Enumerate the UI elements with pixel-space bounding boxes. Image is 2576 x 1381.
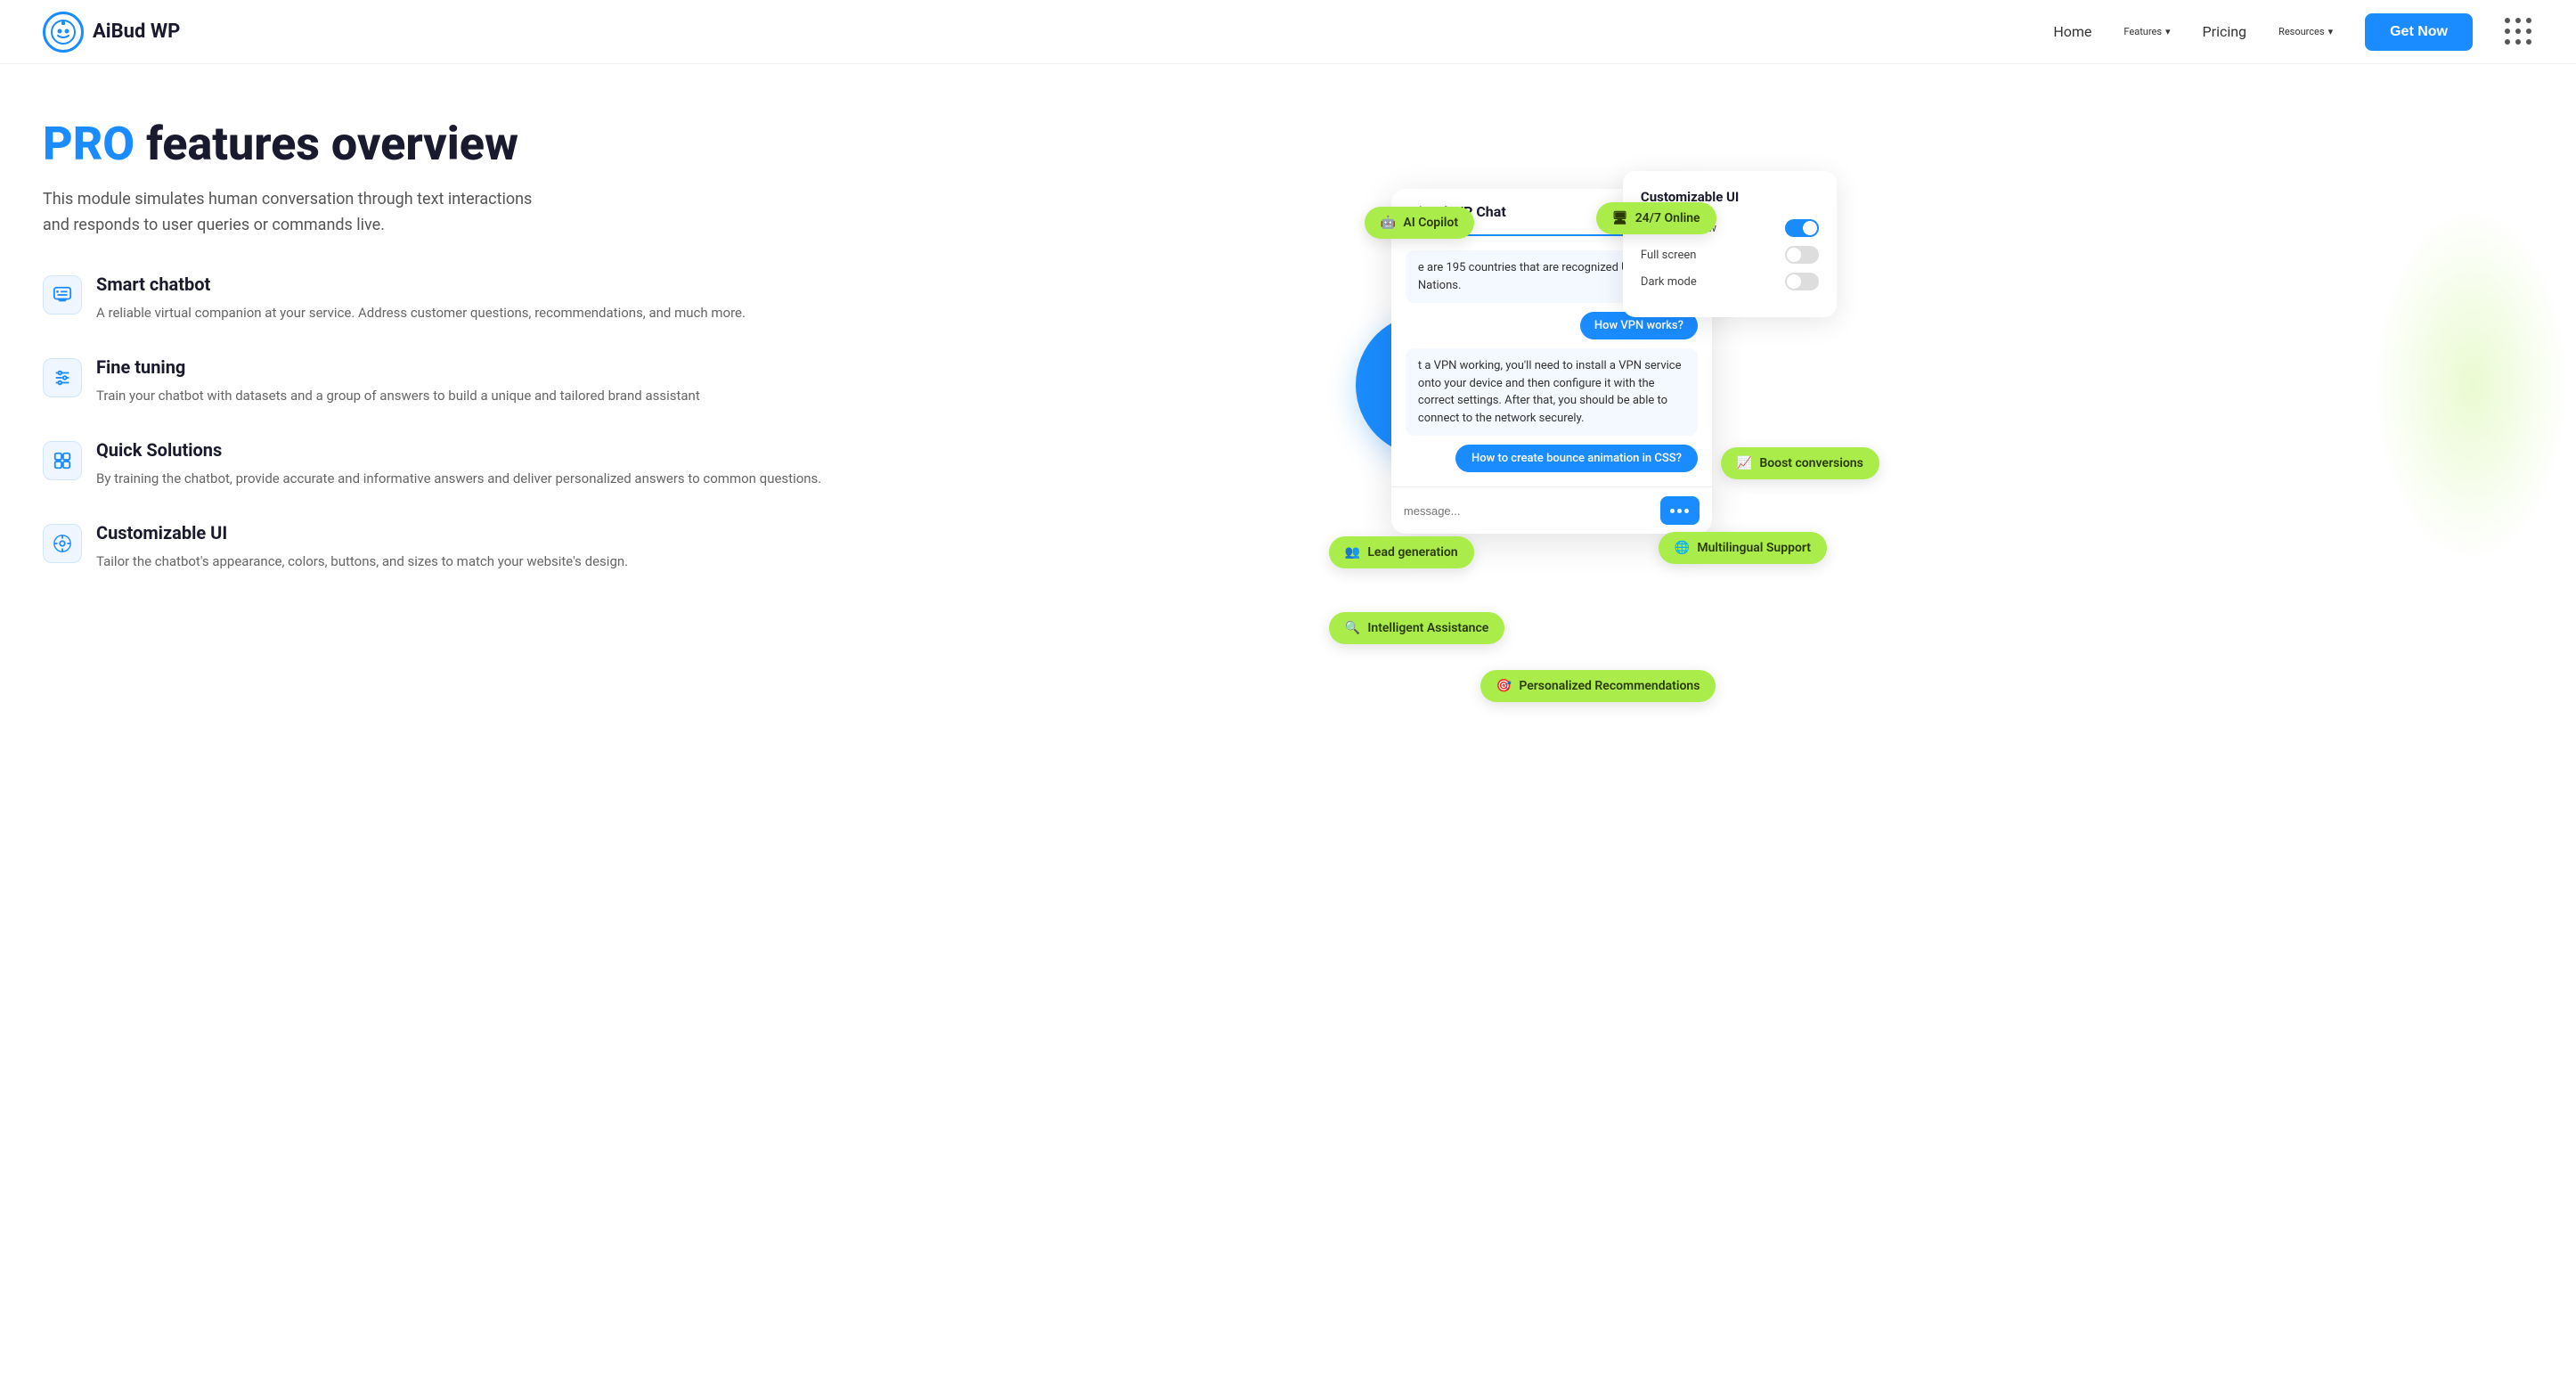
green-glow — [2373, 207, 2569, 563]
quick-solutions-icon-wrap — [43, 441, 82, 480]
logo-svg — [51, 20, 76, 45]
feature-smart-chatbot: Smart chatbot A reliable virtual compani… — [43, 274, 1302, 324]
toggle-fullscreen-label: Full screen — [1641, 249, 1697, 262]
lead-gen-icon: 👥 — [1345, 545, 1360, 560]
ai-copilot-icon: 🤖 — [1381, 216, 1396, 230]
page-title: PRO features overview — [43, 118, 1302, 171]
grid-dot — [2505, 18, 2510, 23]
ai-copilot-label: AI Copilot — [1403, 216, 1458, 230]
grid-dot — [2526, 18, 2531, 23]
chat-input[interactable] — [1404, 504, 1653, 518]
customizable-ui-icon — [53, 534, 72, 553]
fine-tuning-desc: Train your chatbot with datasets and a g… — [96, 385, 700, 407]
quick-solutions-title: Quick Solutions — [96, 439, 821, 461]
lead-gen-label: Lead generation — [1367, 545, 1457, 560]
personalized-label: Personalized Recommendations — [1519, 679, 1700, 693]
toggle-darkmode-label: Dark mode — [1641, 275, 1697, 289]
fine-tuning-icon — [53, 368, 72, 388]
nav-resources[interactable]: Resources ▾ — [2278, 26, 2333, 37]
toggle-full-screen: Full screen — [1641, 246, 1819, 264]
247-online-label: 24/7 Online — [1635, 211, 1700, 225]
quick-solutions-text: Quick Solutions By training the chatbot,… — [96, 439, 821, 490]
personalized-icon: 🎯 — [1496, 679, 1512, 693]
toggle-darkmode-switch[interactable] — [1785, 273, 1819, 290]
send-dot — [1670, 509, 1675, 513]
boost-icon: 📈 — [1737, 456, 1752, 470]
badge-personalized-recommendations: 🎯 Personalized Recommendations — [1480, 670, 1716, 702]
nav-features[interactable]: Features ▾ — [2124, 26, 2170, 37]
customizable-ui-panel: Customizable UI Popup window Full screen… — [1623, 171, 1837, 317]
fine-tuning-title: Fine tuning — [96, 356, 700, 378]
grid-dot — [2526, 29, 2531, 34]
grid-dot — [2526, 39, 2531, 45]
feature-quick-solutions: Quick Solutions By training the chatbot,… — [43, 439, 1302, 490]
get-now-button[interactable]: Get Now — [2365, 13, 2473, 51]
nav-home[interactable]: Home — [2053, 23, 2091, 40]
grid-menu-button[interactable] — [2505, 18, 2533, 46]
toggle-fullscreen-knob — [1787, 248, 1801, 262]
logo[interactable]: AiBud WP — [43, 12, 180, 53]
badge-boost-conversions: 📈 Boost conversions — [1721, 447, 1879, 479]
intelligent-icon: 🔍 — [1345, 621, 1360, 635]
badge-247-online: 🖥 24/7 Online — [1596, 202, 1716, 234]
chat-msg-bot-2: t a VPN working, you'll need to install … — [1406, 348, 1698, 436]
quick-solutions-icon — [53, 451, 72, 470]
multilingual-label: Multilingual Support — [1697, 541, 1811, 555]
boost-label: Boost conversions — [1759, 456, 1863, 470]
quick-solutions-desc: By training the chatbot, provide accurat… — [96, 468, 821, 490]
chat-send-button[interactable] — [1660, 496, 1700, 525]
hero-illustration: 🤖 AI Copilot 🖥 24/7 Online Customizable … — [1338, 118, 2533, 670]
customizable-ui-text: Customizable UI Tailor the chatbot's app… — [96, 522, 628, 573]
chat-input-row — [1391, 486, 1712, 534]
customizable-ui-icon-wrap — [43, 524, 82, 563]
feature-fine-tuning: Fine tuning Train your chatbot with data… — [43, 356, 1302, 407]
logo-text: AiBud WP — [93, 20, 180, 43]
send-dot — [1677, 509, 1682, 513]
smart-chatbot-text: Smart chatbot A reliable virtual compani… — [96, 274, 746, 324]
smart-chatbot-title: Smart chatbot — [96, 274, 746, 295]
smart-chatbot-icon-wrap — [43, 275, 82, 315]
toggle-fullscreen-switch[interactable] — [1785, 246, 1819, 264]
fine-tuning-text: Fine tuning Train your chatbot with data… — [96, 356, 700, 407]
badge-multilingual-support: 🌐 Multilingual Support — [1659, 532, 1827, 564]
customizable-ui-desc: Tailor the chatbot's appearance, colors,… — [96, 551, 628, 573]
fine-tuning-icon-wrap — [43, 358, 82, 397]
chat-msg-question: How to create bounce animation in CSS? — [1455, 445, 1698, 472]
logo-icon — [43, 12, 84, 53]
toggle-popup-switch[interactable] — [1785, 219, 1819, 237]
grid-dot — [2515, 29, 2521, 34]
grid-dot — [2515, 39, 2521, 45]
badge-intelligent-assistance: 🔍 Intelligent Assistance — [1329, 612, 1504, 644]
multilingual-icon: 🌐 — [1675, 541, 1690, 555]
toggle-dark-mode: Dark mode — [1641, 273, 1819, 290]
hero-section: PRO features overview This module simula… — [0, 64, 2576, 1381]
hero-left: PRO features overview This module simula… — [43, 118, 1338, 604]
grid-dot — [2515, 18, 2521, 23]
grid-dot — [2505, 29, 2510, 34]
247-online-icon: 🖥 — [1612, 211, 1628, 225]
nav-pricing[interactable]: Pricing — [2203, 23, 2247, 40]
toggle-popup-knob — [1803, 221, 1817, 235]
badge-lead-generation: 👥 Lead generation — [1329, 536, 1474, 568]
send-dot — [1684, 509, 1689, 513]
customizable-ui-title: Customizable UI — [96, 522, 628, 543]
smart-chatbot-desc: A reliable virtual companion at your ser… — [96, 302, 746, 324]
intelligent-label: Intelligent Assistance — [1367, 621, 1488, 635]
navbar: AiBud WP Home Features ▾ Pricing Resourc… — [0, 0, 2576, 64]
badge-ai-copilot: 🤖 AI Copilot — [1365, 207, 1474, 239]
smart-chatbot-icon — [53, 285, 72, 305]
toggle-darkmode-knob — [1787, 274, 1801, 289]
hero-subtitle: This module simulates human conversation… — [43, 187, 542, 239]
feature-customizable-ui: Customizable UI Tailor the chatbot's app… — [43, 522, 1302, 573]
grid-dot — [2505, 39, 2510, 45]
nav-links: Home Features ▾ Pricing Resources ▾ Get … — [2053, 13, 2533, 51]
